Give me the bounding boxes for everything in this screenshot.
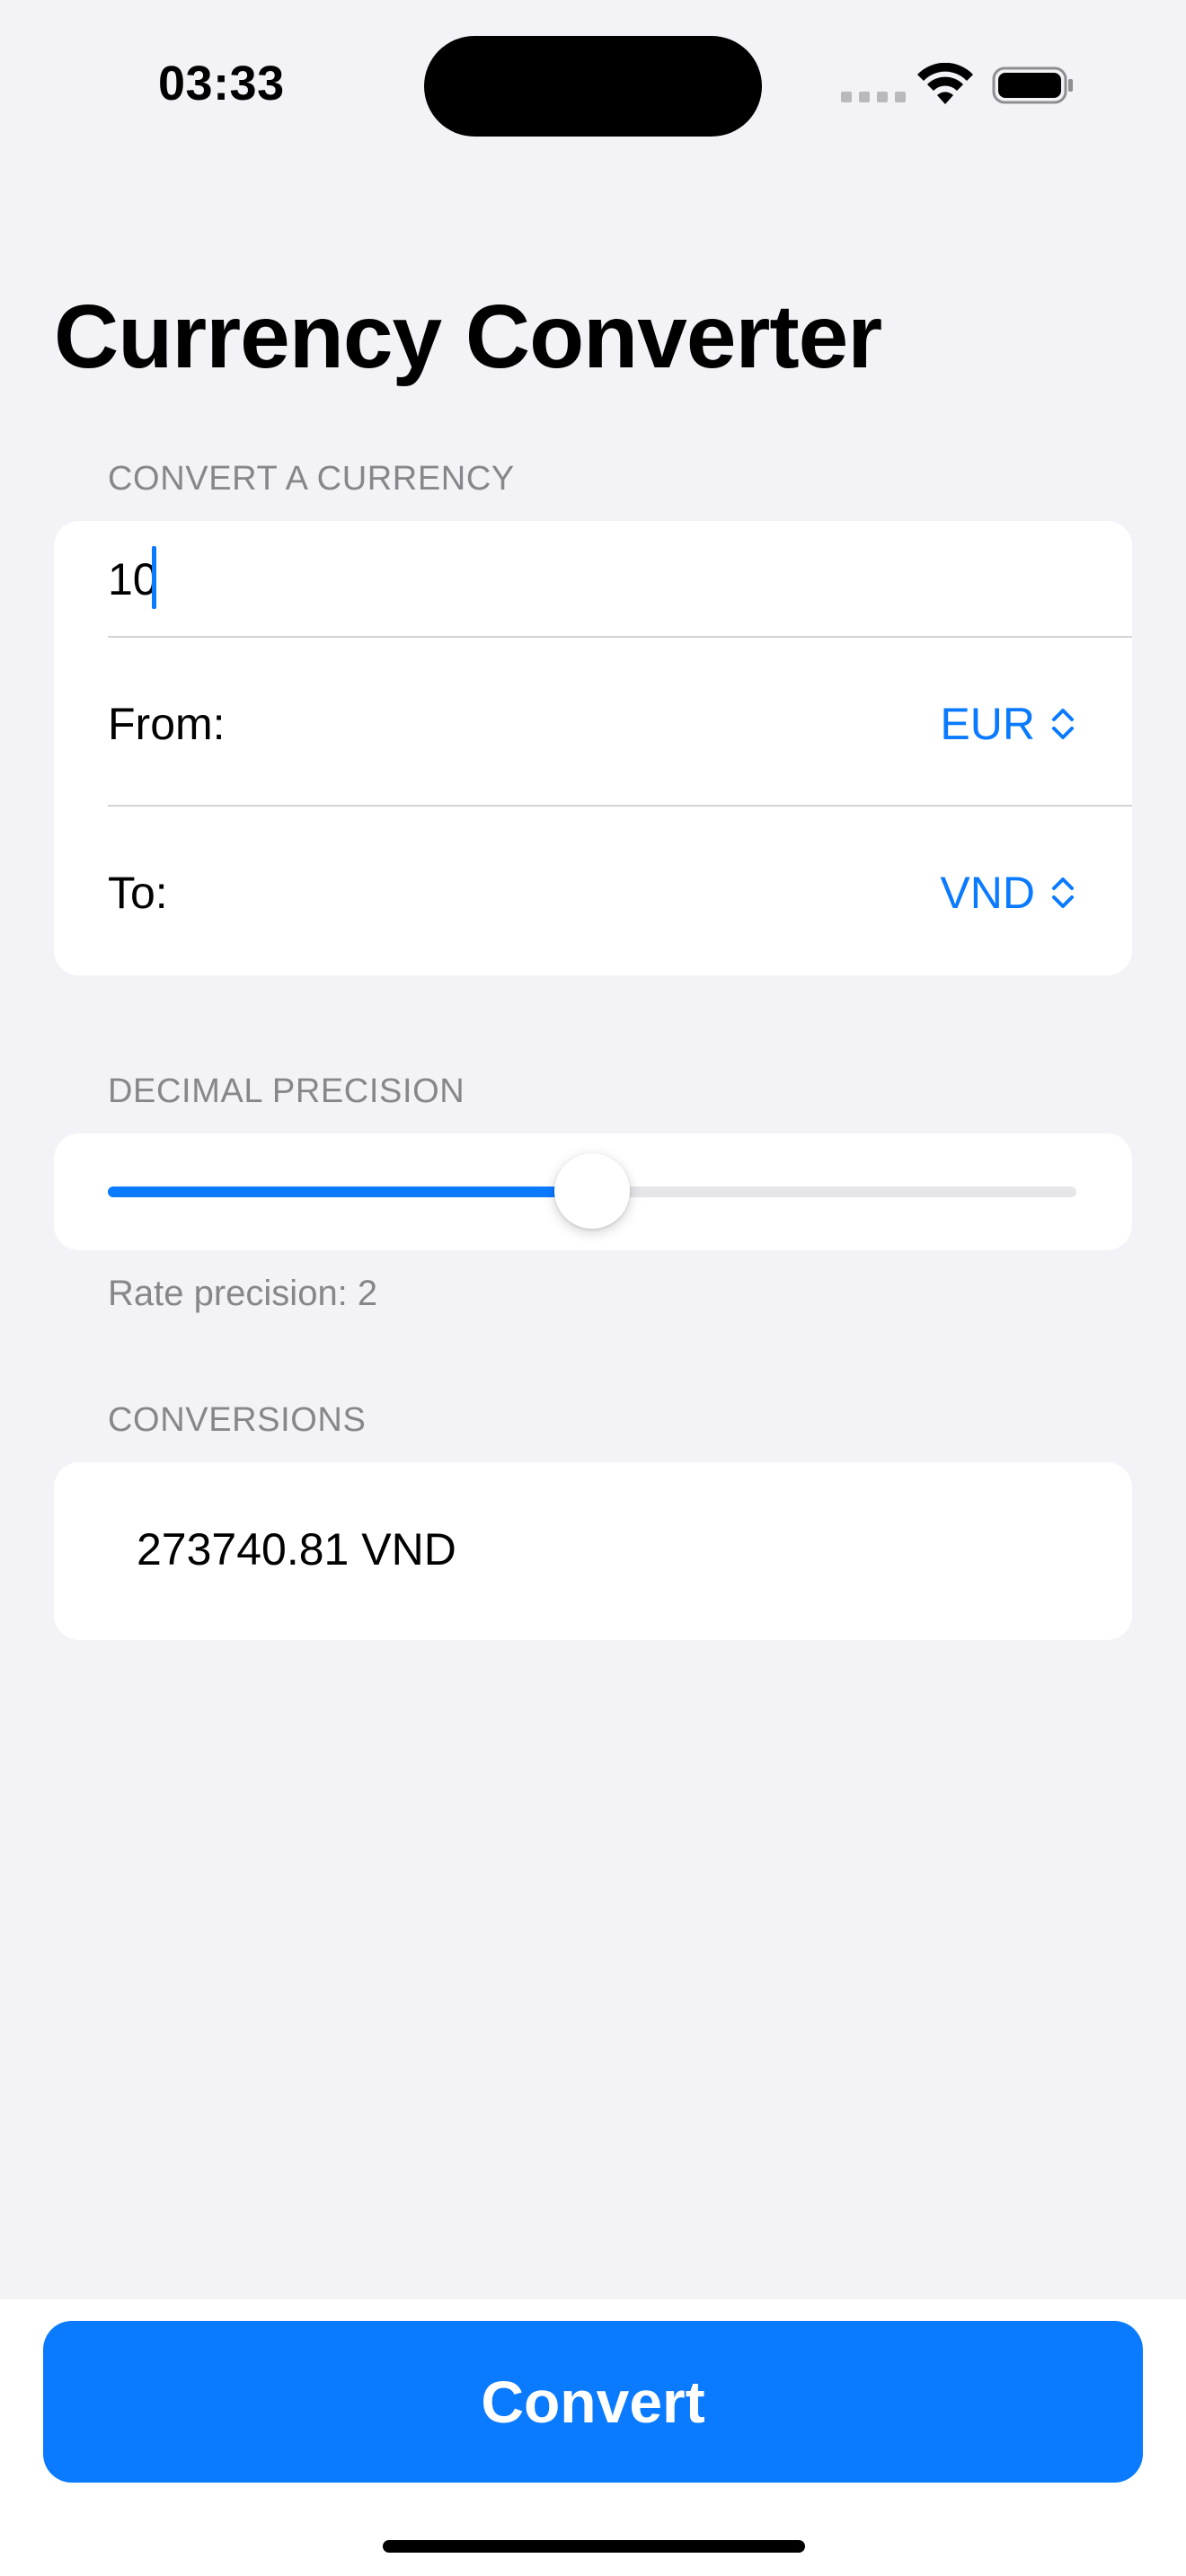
convert-section-header: CONVERT A CURRENCY <box>108 460 515 498</box>
to-label: To: <box>108 868 168 918</box>
battery-icon <box>992 66 1073 104</box>
amount-input[interactable] <box>108 548 1006 611</box>
slider-thumb[interactable] <box>554 1153 630 1229</box>
convert-button[interactable]: Convert <box>43 2321 1143 2483</box>
from-label: From: <box>108 699 226 749</box>
conversions-section-header: CONVERSIONS <box>108 1401 367 1439</box>
from-currency-picker[interactable]: EUR <box>940 698 1076 750</box>
to-currency-value: VND <box>940 868 1035 918</box>
rate-precision-label: Rate precision: 2 <box>108 1274 378 1313</box>
chevron-up-down-icon <box>1052 709 1074 739</box>
page-title: Currency Converter <box>54 287 882 387</box>
dynamic-island <box>424 36 762 137</box>
status-time: 03:33 <box>158 57 285 110</box>
row-divider <box>108 805 1132 807</box>
row-divider <box>108 636 1132 638</box>
text-caret <box>152 546 156 609</box>
chevron-up-down-icon <box>1052 878 1074 908</box>
from-currency-value: EUR <box>940 699 1035 749</box>
cellular-signal-icon <box>841 92 906 102</box>
slider-fill <box>108 1187 592 1197</box>
wifi-icon <box>917 63 973 104</box>
conversion-result: 273740.81 VND <box>137 1524 456 1575</box>
precision-section-header: DECIMAL PRECISION <box>108 1072 465 1110</box>
to-currency-picker[interactable]: VND <box>940 867 1076 919</box>
home-indicator <box>383 2540 805 2553</box>
